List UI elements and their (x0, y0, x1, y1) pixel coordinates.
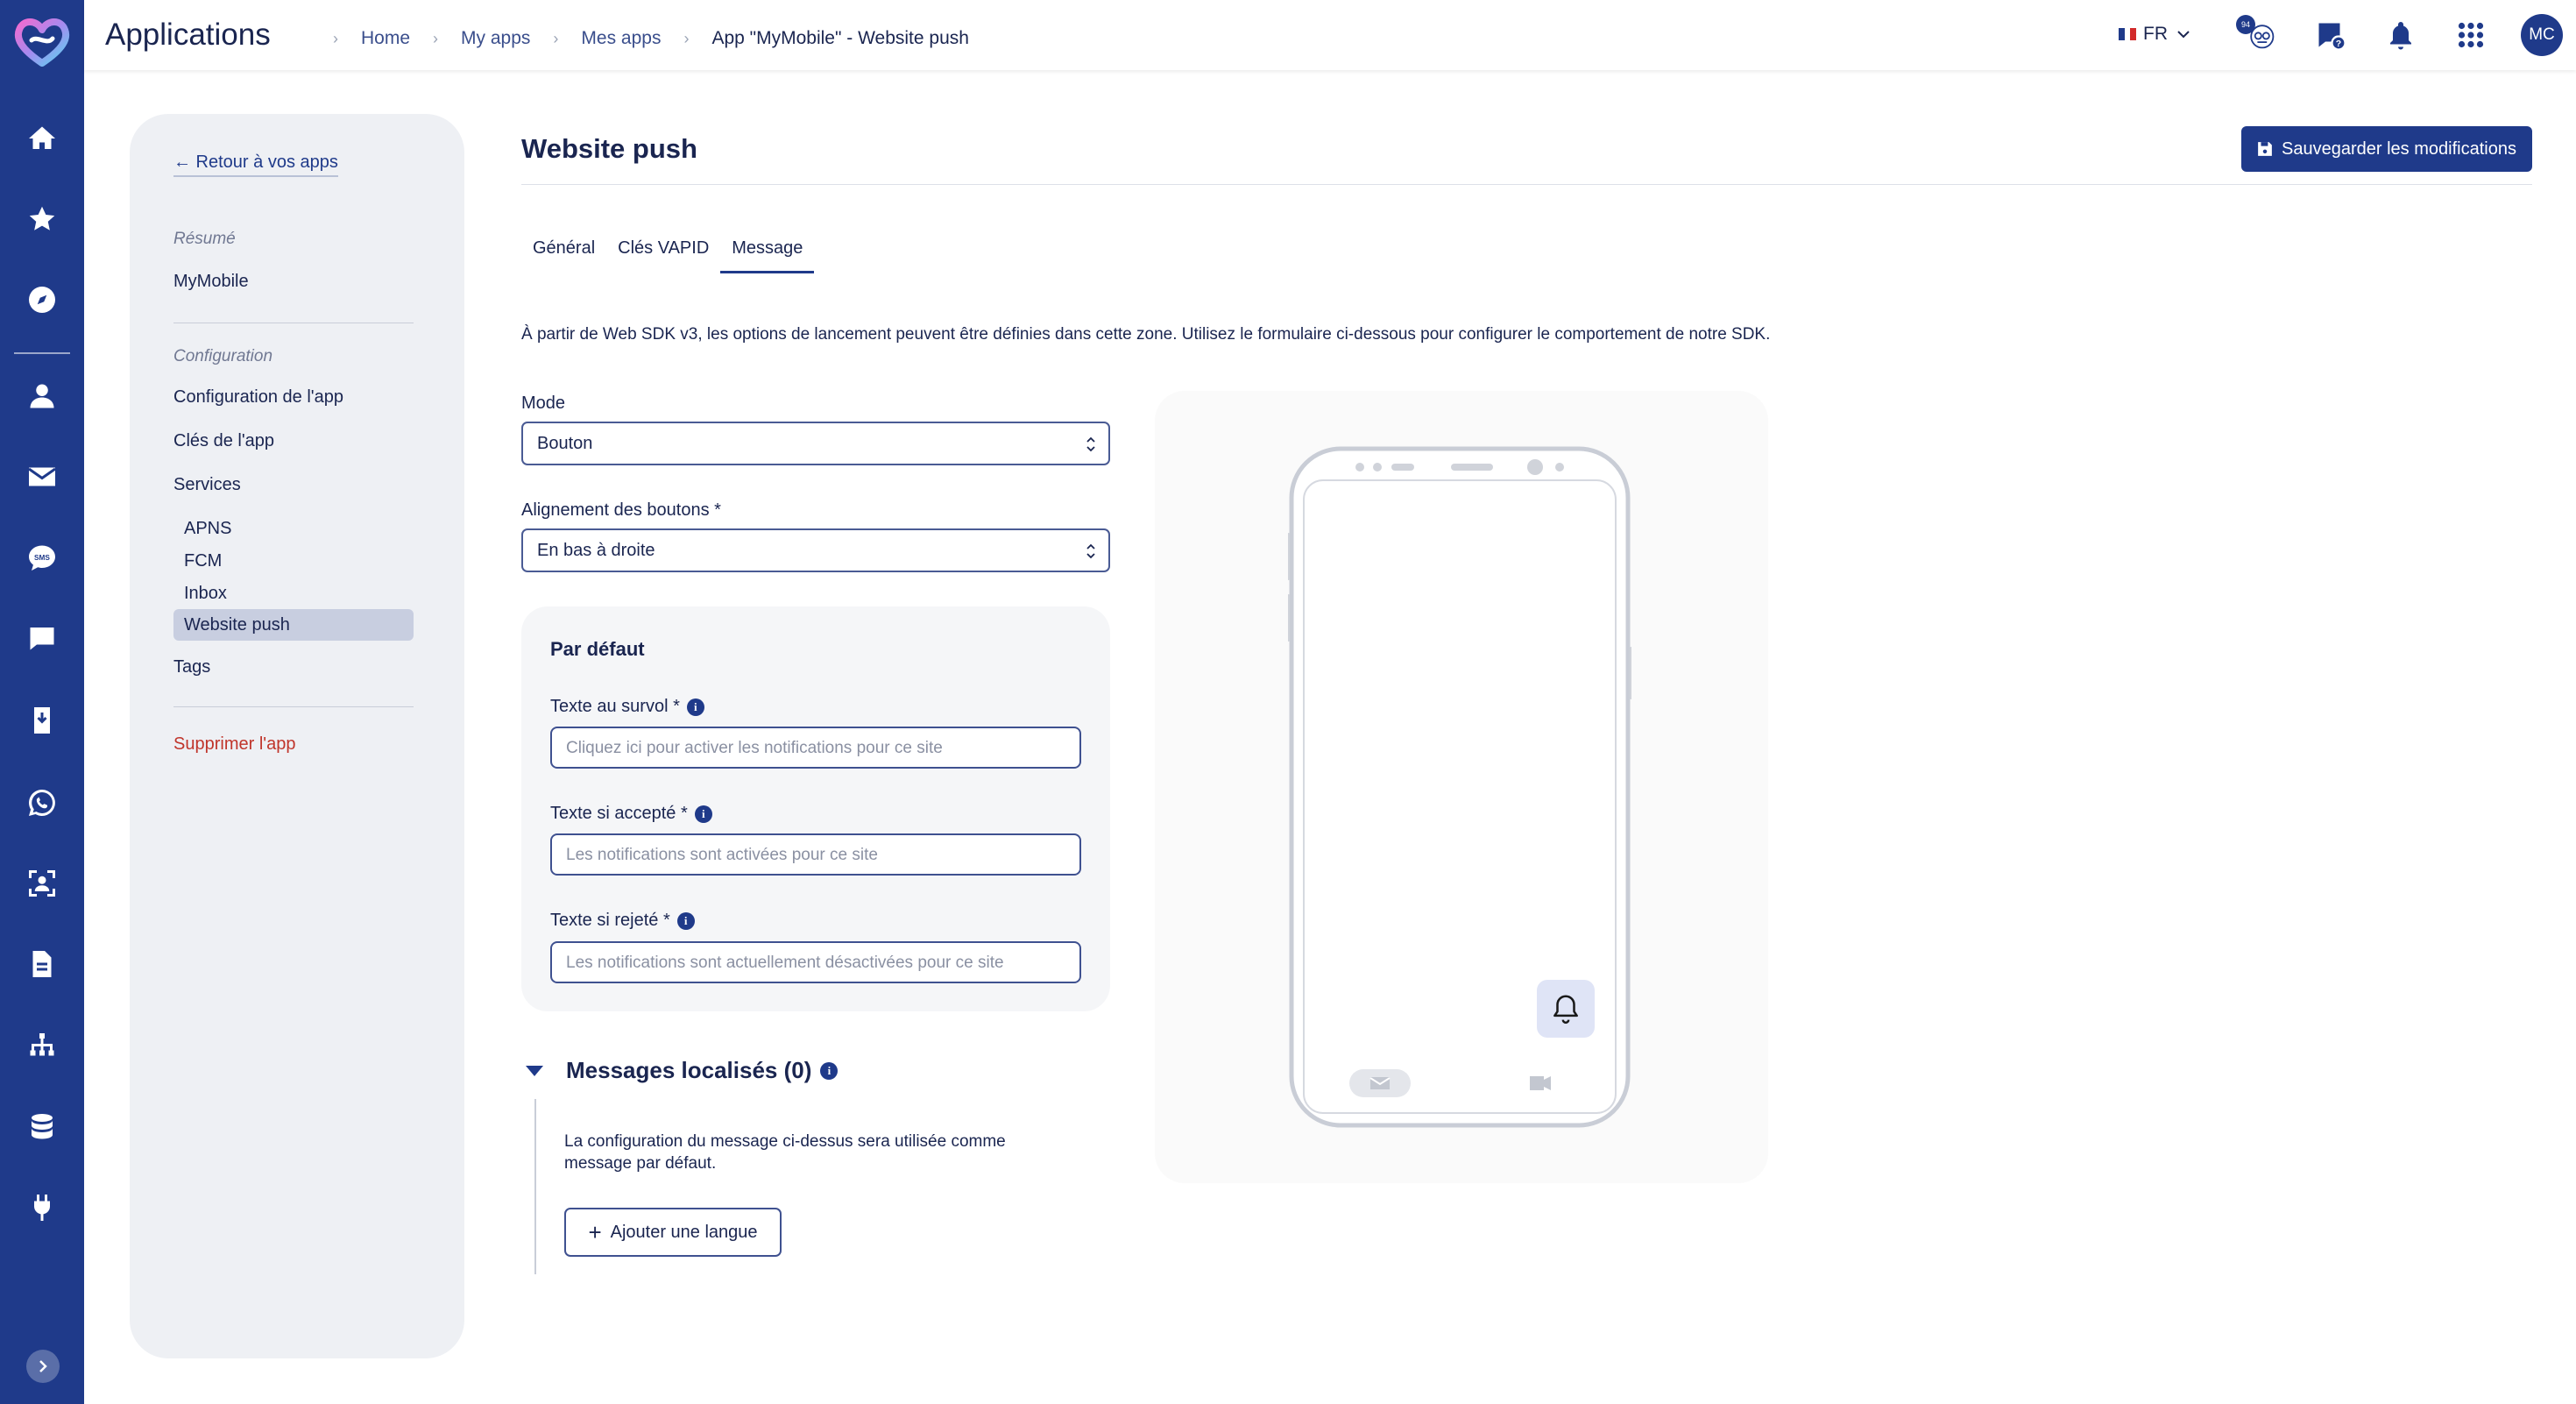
sidebar-item-inbox[interactable]: Inbox (184, 584, 227, 604)
select-arrows-icon (1086, 543, 1095, 559)
save-changes-button[interactable]: Sauvegarder les modifications (2241, 126, 2532, 172)
breadcrumb-mes-apps[interactable]: Mes apps (581, 28, 661, 49)
sidebar-item-tags[interactable]: Tags (173, 657, 210, 677)
chevron-down-icon (2177, 31, 2190, 39)
face-scan-icon[interactable] (0, 852, 84, 915)
document-icon[interactable] (0, 932, 84, 996)
breadcrumb: › Home › My apps › Mes apps › App "MyMob… (310, 28, 969, 49)
bell-icon (1553, 995, 1578, 1025)
avatar[interactable]: MC (2521, 14, 2563, 56)
info-icon[interactable]: i (820, 1061, 839, 1080)
panel-divider (173, 706, 414, 707)
sidebar-item-app-config[interactable]: Configuration de l'app (173, 387, 343, 408)
summary-section-label: Résumé (173, 230, 236, 248)
nav-divider (14, 352, 70, 354)
language-selector[interactable]: FR (2119, 24, 2190, 45)
bell-icon[interactable] (2383, 18, 2418, 53)
add-language-button[interactable]: + Ajouter une langue (564, 1208, 782, 1257)
france-flag-icon (2119, 28, 2137, 40)
rejected-text-label-text: Texte si rejeté * (550, 911, 670, 930)
plug-icon[interactable] (0, 1176, 84, 1239)
help-request-icon[interactable]: ? (2313, 18, 2348, 53)
main-nav-rail: SMS (0, 0, 84, 1404)
sidebar-item-app-keys[interactable]: Clés de l'app (173, 431, 274, 451)
mobile-push-icon[interactable] (0, 689, 84, 752)
mode-select[interactable]: Bouton (521, 422, 1110, 465)
plus-icon: + (588, 1218, 602, 1245)
chevron-right-icon: › (333, 29, 338, 47)
alignment-select[interactable]: En bas à droite (521, 528, 1110, 572)
tab-bar: Général Clés VAPID Message (521, 235, 815, 273)
alignment-value: En bas à droite (537, 541, 655, 560)
user-icon[interactable] (0, 365, 84, 428)
accepted-text-label: Texte si accepté * i (550, 804, 712, 824)
page-title: Website push (521, 133, 697, 164)
alignment-label: Alignement des boutons * (521, 500, 721, 520)
home-icon[interactable] (0, 107, 84, 170)
database-icon[interactable] (0, 1096, 84, 1159)
chevron-right-icon: › (433, 29, 439, 47)
breadcrumb-current: App "MyMobile" - Website push (711, 28, 969, 48)
accepted-text-label-text: Texte si accepté * (550, 804, 688, 823)
svg-text:?: ? (2336, 39, 2341, 49)
configuration-section-label: Configuration (173, 347, 273, 365)
localized-description: La configuration du message ci-dessus se… (564, 1132, 1006, 1173)
localized-section-rule (534, 1099, 536, 1274)
chevron-right-icon: › (683, 29, 690, 47)
app-title: Applications (105, 18, 271, 52)
info-icon[interactable]: i (676, 911, 695, 930)
back-to-apps-link[interactable]: ← Retour à vos apps (173, 152, 338, 177)
intro-text: À partir de Web SDK v3, les options de l… (521, 325, 1771, 344)
push-subscribe-bell-button[interactable] (1537, 980, 1595, 1038)
sidebar-item-services[interactable]: Services (173, 475, 241, 495)
save-changes-label: Sauvegarder les modifications (2282, 138, 2516, 159)
notification-count-badge: 94 (2236, 15, 2255, 34)
chevron-right-icon: › (553, 29, 559, 47)
delete-app-link[interactable]: Supprimer l'app (173, 734, 295, 755)
app-name-link[interactable]: MyMobile (173, 272, 249, 292)
sidebar-item-fcm[interactable]: FCM (184, 551, 222, 571)
mail-icon[interactable] (0, 445, 84, 508)
save-icon (2258, 142, 2272, 156)
compass-icon[interactable] (0, 268, 84, 331)
mode-value: Bouton (537, 434, 593, 453)
mode-label: Mode (521, 394, 566, 413)
info-icon[interactable]: i (694, 805, 712, 823)
chat-icon[interactable] (0, 606, 84, 670)
hover-text-input[interactable]: Cliquez ici pour activer les notificatio… (550, 727, 1081, 769)
title-divider (521, 184, 2532, 185)
sidebar-item-apns[interactable]: APNS (184, 519, 231, 539)
expand-nav-button[interactable] (26, 1350, 60, 1383)
breadcrumb-home[interactable]: Home (361, 28, 410, 49)
sms-icon[interactable]: SMS (0, 526, 84, 589)
language-code: FR (2143, 24, 2168, 44)
svg-text:SMS: SMS (34, 554, 50, 562)
rejected-text-input[interactable]: Les notifications sont actuellement désa… (550, 941, 1081, 983)
app-settings-panel: ← Retour à vos apps Résumé MyMobile Conf… (130, 114, 464, 1358)
caret-down-icon (526, 1065, 543, 1076)
tab-general[interactable]: Général (521, 235, 606, 273)
breadcrumb-my-apps[interactable]: My apps (461, 28, 530, 49)
top-bar: Applications › Home › My apps › Mes apps… (84, 0, 2576, 70)
hierarchy-icon[interactable] (0, 1015, 84, 1078)
hover-text-label-text: Texte au survol * (550, 697, 680, 716)
accepted-text-input[interactable]: Les notifications sont activées pour ce … (550, 833, 1081, 876)
info-icon[interactable]: i (686, 698, 704, 716)
apps-grid-icon[interactable] (2453, 18, 2488, 53)
tab-vapid-keys[interactable]: Clés VAPID (606, 235, 720, 273)
localized-messages-title: Messages localisés (0) (566, 1057, 812, 1083)
localized-messages-toggle[interactable]: Messages localisés (0) i (526, 1057, 839, 1084)
logo-icon[interactable] (12, 14, 72, 67)
tab-message[interactable]: Message (720, 235, 815, 273)
hover-text-label: Texte au survol * i (550, 697, 704, 717)
default-card-title: Par défaut (550, 638, 645, 660)
sidebar-item-website-push[interactable]: Website push (173, 609, 414, 641)
whatsapp-icon[interactable] (0, 771, 84, 834)
add-language-label: Ajouter une langue (610, 1222, 758, 1242)
star-icon[interactable] (0, 188, 84, 251)
rejected-text-label: Texte si rejeté * i (550, 911, 695, 931)
select-arrows-icon (1086, 436, 1095, 452)
chevron-right-icon (39, 1360, 47, 1372)
